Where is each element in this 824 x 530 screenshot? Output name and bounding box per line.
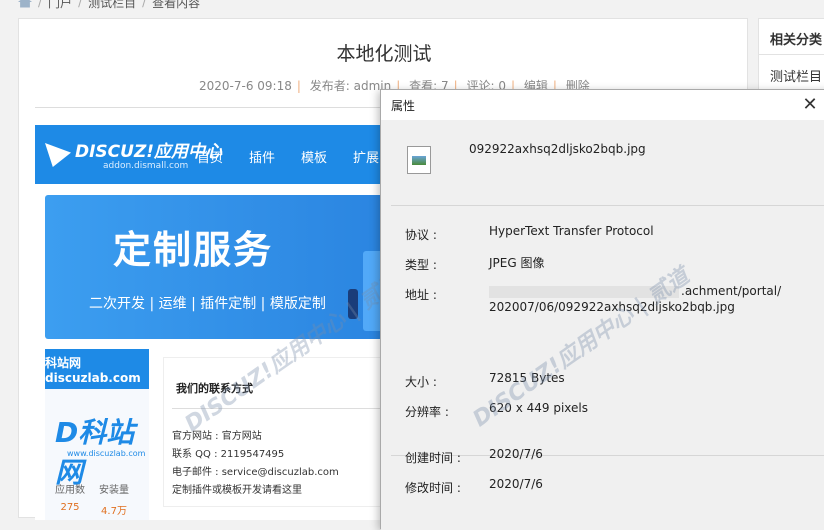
image-hero: 定制服务 二次开发 | 运维 | 插件定制 | 模版定制 (45, 195, 397, 339)
category-link[interactable]: 测试栏目 (759, 55, 824, 85)
stat-label: 应用数 (55, 485, 85, 496)
divider (391, 205, 824, 206)
contact-line-item: 联系 QQ : 2119547495 (172, 449, 285, 460)
size-label: 大小 : (405, 375, 437, 389)
image-nav: 首页 插件 模板 扩展 (197, 147, 379, 166)
contact-title: 我们的联系方式 (176, 382, 253, 395)
hero-title: 定制服务 (113, 228, 274, 272)
image-nav-item: 首页 (197, 151, 224, 166)
image-nav-item: 插件 (249, 151, 276, 166)
protocol-label: 协议 : (405, 228, 437, 242)
dialog-title: 属性 (391, 99, 416, 113)
breadcrumb-item-portal[interactable]: 门户 (48, 0, 72, 11)
related-categories-title: 相关分类 (759, 19, 824, 55)
close-icon[interactable]: ✕ (799, 94, 821, 116)
contact-line-item: 电子邮件 : service@discuzlab.com (172, 467, 339, 478)
breadcrumb-separator: / (78, 0, 83, 9)
size-value: 72815 Bytes (489, 371, 565, 385)
stat-installs: 安装量 4.7万 (99, 481, 129, 517)
redacted-text (489, 285, 679, 298)
contact-line-item: 官方网站 : 官方网站 (172, 431, 262, 442)
stat-value: 4.7万 (101, 506, 127, 517)
image-logo-sub: addon.dismall.com (103, 161, 189, 171)
created-value: 2020/7/6 (489, 447, 543, 461)
type-label: 类型 : (405, 258, 437, 272)
site-stats: 应用数 275 安装量 4.7万 (55, 481, 129, 517)
created-label: 创建时间 : (405, 451, 461, 465)
image-nav-item: 模板 (301, 151, 328, 166)
type-value: JPEG 图像 (489, 256, 545, 270)
home-icon[interactable] (18, 0, 32, 8)
stat-apps: 应用数 275 (55, 481, 85, 517)
site-logo-url: www.discuzlab.com (67, 449, 146, 458)
article-author: 发布者: admin (309, 79, 392, 93)
contact-line-item: 定制插件或模板开发请看这里 (172, 485, 302, 496)
breadcrumb-item-current: 查看内容 (152, 0, 201, 10)
hero-subtitle: 二次开发 | 运维 | 插件定制 | 模版定制 (89, 296, 326, 312)
article-title: 本地化测试 (336, 43, 432, 65)
image-file-icon (407, 146, 431, 174)
image-contact-box: 我们的联系方式 官方网站 : 官方网站 联系 QQ : 2119547495 电… (163, 357, 393, 507)
stat-label: 安装量 (99, 485, 129, 496)
breadcrumb: / 门户 / 测试栏目 / 查看内容 (18, 0, 200, 10)
address-line-2: 202007/06/092922axhsq2dljsko2bqb.jpg (489, 300, 735, 314)
address-line-1: .achment/portal/ (681, 284, 782, 298)
address-label: 地址 : (405, 288, 437, 302)
address-value[interactable]: .achment/portal/ 202007/06/092922axhsq2d… (489, 284, 781, 314)
breadcrumb-separator: / (142, 0, 147, 9)
properties-dialog: 属性 ✕ 092922axhsq2dljsko2bqb.jpg 协议 : Hyp… (380, 89, 824, 530)
divider (172, 408, 392, 409)
protocol-value: HyperText Transfer Protocol (489, 224, 654, 238)
resolution-value: 620 x 449 pixels (489, 401, 589, 415)
file-name: 092922axhsq2dljsko2bqb.jpg (469, 142, 646, 156)
discuz-logo-icon (45, 143, 71, 167)
modified-value: 2020/7/6 (489, 477, 543, 491)
site-logo: D科站网 www.discuzlab.com (55, 411, 149, 489)
site-card-title: 科站网discuzlab.com (45, 349, 149, 389)
dialog-titlebar[interactable]: 属性 ✕ (381, 90, 824, 120)
stat-value: 275 (60, 502, 80, 513)
image-nav-item: 扩展 (353, 151, 380, 166)
dialog-body: 092922axhsq2dljsko2bqb.jpg 协议 : HyperTex… (381, 120, 824, 530)
resolution-label: 分辨率 : (405, 405, 449, 419)
breadcrumb-item-column[interactable]: 测试栏目 (88, 0, 136, 11)
article-date: 2020-7-6 09:18 (199, 79, 292, 93)
hero-decoration (348, 289, 358, 319)
breadcrumb-separator: / (38, 0, 43, 9)
contact-lines: 官方网站 : 官方网站 联系 QQ : 2119547495 电子邮件 : se… (172, 428, 339, 500)
modified-label: 修改时间 : (405, 481, 461, 495)
image-site-card: 科站网discuzlab.com D科站网 www.discuzlab.com … (45, 349, 149, 520)
